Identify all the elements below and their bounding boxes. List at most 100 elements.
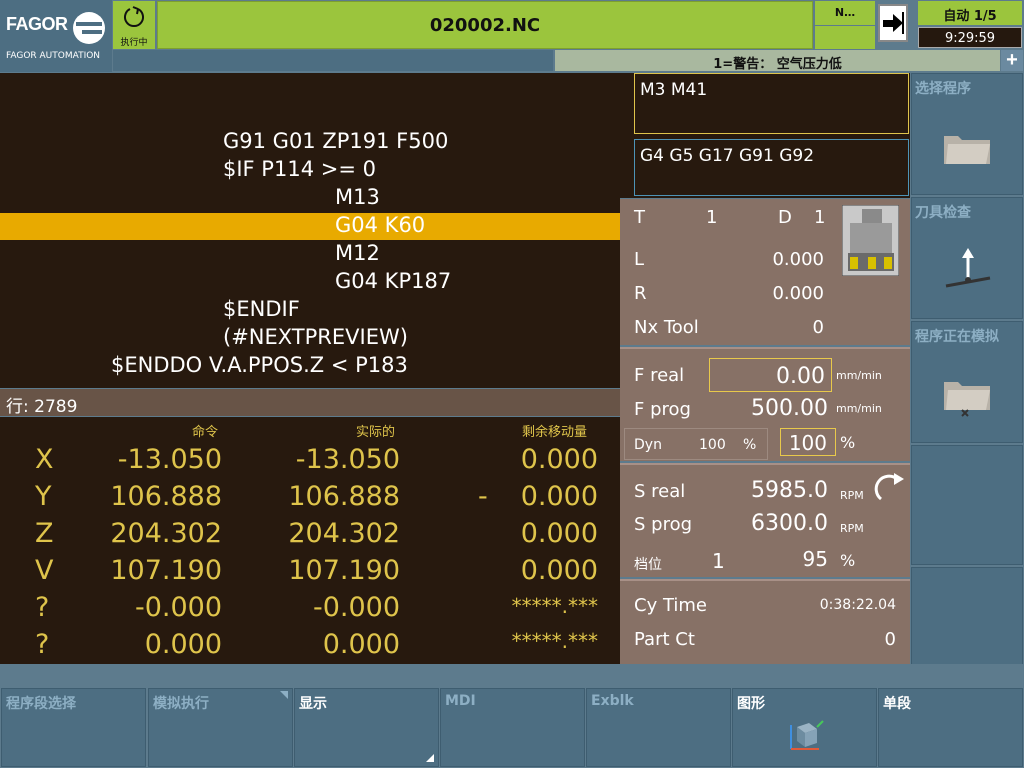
spindle-rotation-icon (874, 473, 904, 501)
softkey-block-select[interactable]: 程序段选择 (1, 688, 146, 767)
softkey-gap (0, 664, 1024, 688)
l-value: 0.000 (772, 249, 824, 270)
axis-name: X (35, 444, 54, 475)
axis-command: -0.000 (134, 592, 222, 623)
dyn-unit: % (743, 437, 757, 453)
axis-tool-icon (945, 248, 991, 288)
folder-icon (944, 136, 990, 164)
side-button-label: 程序正在模拟 (915, 329, 999, 345)
softkey-exblk[interactable]: Exblk (586, 688, 731, 767)
axis-actual: 107.190 (288, 555, 400, 586)
program-line: $IF P114 >= 0 (223, 157, 376, 181)
softkey-graphics[interactable]: 图形 (732, 688, 877, 767)
fprog-unit: mm/min (836, 402, 882, 415)
side-button-empty-1[interactable] (911, 445, 1023, 565)
freal-box: 0.00 (709, 358, 832, 392)
axis-actual: 106.888 (288, 481, 400, 512)
cycle-time-label: Cy Time (634, 595, 707, 616)
axis-actual: -0.000 (312, 592, 400, 623)
cycle-panel: Cy Time 0:38:22.04 Part Ct 0 (620, 579, 910, 664)
expand-alarm-button[interactable]: + (1001, 50, 1023, 71)
feed-override-box: 100 (780, 428, 836, 456)
softkey-label: 显示 (299, 696, 327, 712)
folder-simulate-icon (944, 382, 990, 417)
menu-corner-icon (280, 691, 288, 699)
axis-actual: -13.050 (295, 444, 400, 475)
menu-corner-icon (426, 754, 434, 762)
r-label: R (634, 283, 647, 304)
freal-value: 0.00 (776, 364, 825, 389)
gear-value: 1 (712, 549, 725, 573)
program-line: M12 (335, 241, 380, 265)
tool-panel: T 1 D 1 L 0.000 R 0.000 Nx Tool 0 (620, 199, 910, 345)
spindle-override-value: 95 (802, 547, 828, 571)
header-actual: 实际的 (356, 425, 396, 440)
axis-command: 0.000 (144, 629, 222, 660)
dyn-box: Dyn 100 % (624, 428, 768, 460)
softkey-mdi[interactable]: MDI (440, 688, 585, 767)
mode-indicator: 自动 1/5 (918, 1, 1022, 25)
axis-name: Y (35, 481, 52, 512)
axis-remaining: 0.000 (520, 444, 598, 475)
next-arrow-button[interactable] (878, 4, 908, 42)
axis-command: 107.190 (110, 555, 222, 586)
graphics-cube-icon (790, 720, 824, 750)
current-program-line: G04 K60 (335, 213, 426, 237)
softkey-single-block[interactable]: 单段 (878, 688, 1023, 767)
spindle-override-unit: % (840, 551, 856, 570)
sreal-label: S real (634, 481, 686, 502)
d-label: D (778, 207, 792, 228)
sprog-value: 6300.0 (751, 511, 828, 536)
message-bar (113, 50, 553, 71)
softkey-label: MDI (445, 693, 476, 709)
side-button-select-program[interactable]: 选择程序 (911, 73, 1023, 195)
program-line: $ENDIF (223, 297, 300, 321)
header-remaining: 剩余移动量 (522, 425, 588, 440)
n-indicator-lower (815, 26, 875, 49)
cycle-time-value: 0:38:22.04 (819, 597, 896, 613)
softkey-label: 程序段选择 (6, 696, 76, 712)
part-count-label: Part Ct (634, 629, 695, 650)
axis-remaining: *****.*** (511, 594, 598, 618)
side-button-simulating[interactable]: 程序正在模拟 (911, 321, 1023, 443)
program-title: 020002.NC (157, 1, 813, 49)
status-label: 执行中 (120, 38, 148, 48)
fagor-logo: FAGOR FAGOR AUTOMATION (0, 0, 112, 72)
g-codes: G4 G5 G17 G91 G92 (634, 139, 909, 196)
axis-name: ? (35, 629, 50, 660)
dyn-value: 100 (699, 437, 726, 453)
side-button-tool-check[interactable]: 刀具检查 (911, 197, 1023, 319)
softkey-simulate[interactable]: 模拟执行 (148, 688, 293, 767)
axis-sign: - (478, 481, 488, 512)
arrow-right-icon (883, 12, 904, 34)
sreal-value: 5985.0 (751, 478, 828, 503)
axis-command: 106.888 (110, 481, 222, 512)
program-line: G04 KP187 (335, 269, 452, 293)
side-button-label: 刀具检查 (915, 205, 971, 221)
feed-panel: F real 0.00 mm/min F prog 500.00 mm/min … (620, 347, 910, 461)
d-value: 1 (814, 207, 826, 228)
running-icon (124, 6, 144, 28)
alarm-message[interactable]: 1=警告： 空气压力低 (555, 50, 1000, 72)
fagor-logo-icon (73, 12, 105, 44)
axis-name: Z (35, 518, 54, 549)
execution-status: 执行中 (113, 1, 155, 49)
brand-name: FAGOR (6, 14, 68, 34)
sprog-label: S prog (634, 514, 693, 535)
axis-actual: 0.000 (322, 629, 400, 660)
sreal-unit: RPM (840, 489, 864, 502)
r-value: 0.000 (772, 283, 824, 304)
l-label: L (634, 249, 645, 270)
part-count-value: 0 (884, 629, 896, 650)
softkey-display[interactable]: 显示 (294, 688, 439, 767)
program-line: (#NEXTPREVIEW) (223, 325, 408, 349)
fprog-label: F prog (634, 399, 691, 420)
brand-subtitle: FAGOR AUTOMATION (6, 51, 101, 61)
softkey-label: 模拟执行 (153, 696, 209, 712)
program-listing: G91 G01 ZP191 F500 $IF P114 >= 0 M13 G04… (0, 73, 620, 388)
current-block-highlight (0, 213, 620, 240)
nx-tool-value: 0 (812, 317, 824, 338)
n-indicator: N… (815, 1, 875, 25)
axis-actual: 204.302 (288, 518, 400, 549)
feed-override-unit: % (840, 433, 856, 452)
